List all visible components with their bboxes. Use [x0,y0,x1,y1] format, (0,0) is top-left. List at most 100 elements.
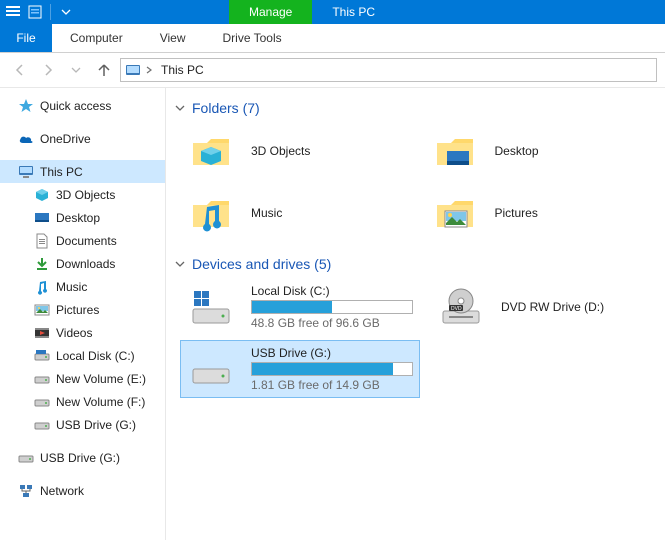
forward-button[interactable] [36,58,60,82]
dvd-drive-icon: DVD [437,283,485,331]
nav-usb-drive-g-2[interactable]: USB Drive (G:) [0,446,165,469]
drive-dvd-d[interactable]: DVD DVD RW Drive (D:) [430,278,657,336]
folder-desktop-icon [431,127,479,175]
chevron-down-icon [174,258,186,270]
qat-dropdown-icon[interactable] [57,3,75,21]
file-tab[interactable]: File [0,24,52,52]
section-title: Folders (7) [192,100,260,116]
item-label: Music [251,206,282,220]
nav-label: New Volume (E:) [56,372,146,386]
nav-new-volume-e[interactable]: New Volume (E:) [0,367,165,390]
drive-icon [34,371,50,387]
cloud-icon [18,131,34,147]
nav-label: Documents [56,234,117,248]
nav-documents[interactable]: Documents [0,229,165,252]
context-tab-thispc: This PC [312,0,395,24]
capacity-fill [252,363,393,375]
cube-icon [34,187,50,203]
folder-pictures-icon [431,189,479,237]
nav-label: Quick access [40,99,111,113]
nav-label: USB Drive (G:) [56,418,136,432]
nav-videos[interactable]: Videos [0,321,165,344]
folder-music-icon [187,189,235,237]
os-drive-icon [187,283,235,331]
nav-network[interactable]: Network [0,479,165,502]
nav-quick-access[interactable]: Quick access [0,94,165,117]
desktop-icon [34,210,50,226]
item-label: Desktop [495,144,539,158]
computer-tab[interactable]: Computer [52,24,142,52]
title-bar: Manage This PC [0,0,665,24]
drive-usb-g[interactable]: USB Drive (G:) 1.81 GB free of 14.9 GB [180,340,420,398]
star-icon [18,98,34,114]
address-path[interactable]: This PC [120,58,657,82]
drive-local-disk-c[interactable]: Local Disk (C:) 48.8 GB free of 96.6 GB [180,278,420,336]
nav-pictures[interactable]: Pictures [0,298,165,321]
usb-drive-icon [187,345,235,393]
ribbon-tabs: File Computer View Drive Tools [0,24,665,53]
nav-onedrive[interactable]: OneDrive [0,127,165,150]
nav-desktop[interactable]: Desktop [0,206,165,229]
nav-label: Downloads [56,257,115,271]
video-icon [34,325,50,341]
item-label: 3D Objects [251,144,310,158]
recent-locations-dropdown[interactable] [64,58,88,82]
properties-icon[interactable] [26,3,44,21]
nav-local-disk-c[interactable]: Local Disk (C:) [0,344,165,367]
nav-music[interactable]: Music [0,275,165,298]
section-folders-header[interactable]: Folders (7) [174,100,657,116]
item-sublabel: 1.81 GB free of 14.9 GB [251,378,413,392]
view-tab[interactable]: View [142,24,205,52]
capacity-bar [251,362,413,376]
up-button[interactable] [92,58,116,82]
folder-cube-icon [187,127,235,175]
capacity-bar [251,300,413,314]
svg-text:DVD: DVD [451,306,462,312]
nav-label: 3D Objects [56,188,115,202]
nav-label: Desktop [56,211,100,225]
nav-downloads[interactable]: Downloads [0,252,165,275]
nav-label: Network [40,484,84,498]
section-drives-header[interactable]: Devices and drives (5) [174,256,657,272]
nav-label: OneDrive [40,132,91,146]
drive-icon [34,348,50,364]
section-title: Devices and drives (5) [192,256,331,272]
nav-this-pc[interactable]: This PC [0,160,165,183]
drive-icon [34,394,50,410]
folder-3d-objects[interactable]: 3D Objects [180,122,414,180]
item-label: USB Drive (G:) [251,346,413,360]
folder-desktop[interactable]: Desktop [424,122,658,180]
capacity-fill [252,301,332,313]
breadcrumb-current[interactable]: This PC [161,63,204,77]
system-menu-icon[interactable] [4,3,22,21]
navigation-pane: Quick access OneDrive This PC 3D Objects… [0,88,166,540]
nav-label: Local Disk (C:) [56,349,135,363]
nav-label: Videos [56,326,92,340]
chevron-down-icon [174,102,186,114]
nav-new-volume-f[interactable]: New Volume (F:) [0,390,165,413]
document-icon [34,233,50,249]
back-button[interactable] [8,58,32,82]
folders-grid: 3D Objects Desktop Mus [180,122,657,242]
context-tab-manage[interactable]: Manage [229,0,312,24]
drives-grid: Local Disk (C:) 48.8 GB free of 96.6 GB … [180,278,657,398]
music-icon [34,279,50,295]
network-icon [18,483,34,499]
item-label: DVD RW Drive (D:) [501,300,604,314]
ribbon-context-tabs: Manage This PC [229,0,395,24]
quick-access-toolbar [0,0,79,24]
item-label: Pictures [495,206,538,220]
nav-label: Pictures [56,303,99,317]
nav-3d-objects[interactable]: 3D Objects [0,183,165,206]
nav-label: Music [56,280,87,294]
content-view: Folders (7) 3D Objects [166,88,665,540]
drive-tools-tab[interactable]: Drive Tools [204,24,300,52]
nav-label: This PC [40,165,83,179]
usb-drive-icon [34,417,50,433]
nav-label: USB Drive (G:) [40,451,120,465]
nav-label: New Volume (F:) [56,395,145,409]
folder-pictures[interactable]: Pictures [424,184,658,242]
nav-usb-drive-g-1[interactable]: USB Drive (G:) [0,413,165,436]
folder-music[interactable]: Music [180,184,414,242]
download-icon [34,256,50,272]
